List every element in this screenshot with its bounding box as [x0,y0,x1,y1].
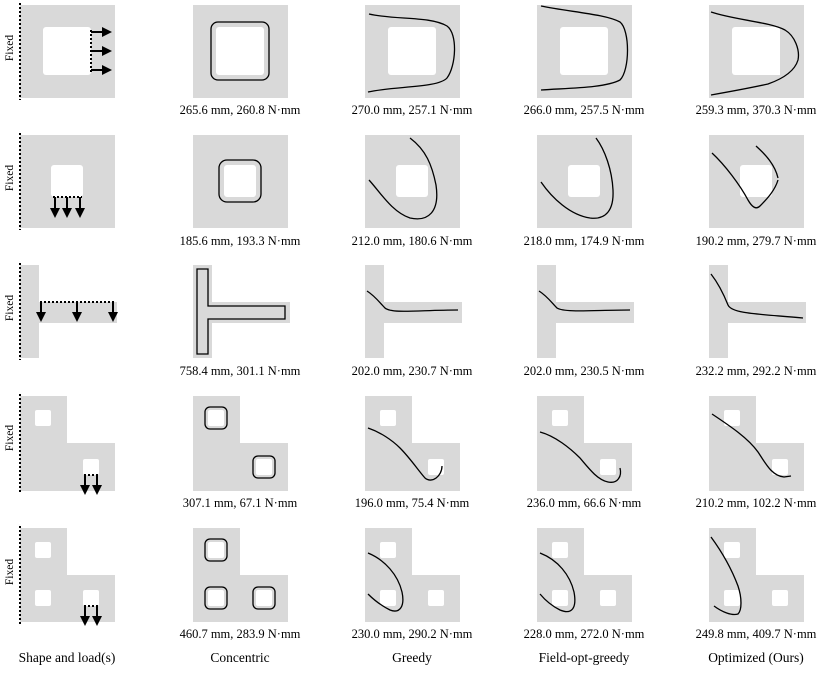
r3-greedy [365,265,462,358]
caption: 202.0 mm, 230.7 N·mm [351,364,473,378]
caption: 228.0 mm, 272.0 N·mm [523,627,645,641]
r3-field-opt-greedy [537,265,634,358]
figure-canvas [19,3,806,626]
r3-shape-load [19,263,118,360]
row-3 [19,263,806,360]
r4-optimized [709,396,804,491]
r4-field-opt-greedy [537,396,632,491]
fixed-label: Fixed [4,294,16,322]
r4-concentric [193,396,288,491]
r2-concentric [193,135,288,228]
caption: 212.0 mm, 180.6 N·mm [351,234,473,248]
column-header-field-opt-greedy: Field-opt-greedy [538,650,630,665]
caption: 758.4 mm, 301.1 N·mm [179,364,301,378]
caption: 265.6 mm, 260.8 N·mm [179,103,301,117]
caption: 259.3 mm, 370.3 N·mm [695,103,817,117]
caption: 196.0 mm, 75.4 N·mm [354,496,470,510]
row-2 [19,133,804,230]
column-header-concentric: Concentric [210,650,270,665]
r1-greedy [365,5,460,98]
fixed-label: Fixed [4,34,16,62]
caption: 232.2 mm, 292.2 N·mm [695,364,817,378]
r2-field-opt-greedy [537,135,632,228]
r3-concentric [193,265,290,358]
row-4 [19,394,804,495]
fixed-label: Fixed [4,558,16,586]
caption: 307.1 mm, 67.1 N·mm [182,496,298,510]
r3-optimized [709,265,806,358]
column-header-optimized: Optimized (Ours) [708,650,804,665]
caption: 218.0 mm, 174.9 N·mm [523,234,645,248]
r4-shape-load [19,394,115,495]
r5-optimized [709,528,804,622]
caption: 202.0 mm, 230.5 N·mm [523,364,645,378]
caption: 210.2 mm, 102.2 N·mm [695,496,817,510]
caption: 460.7 mm, 283.9 N·mm [179,627,301,641]
r2-greedy [365,135,460,228]
column-header-greedy: Greedy [392,650,432,665]
r2-optimized [709,135,804,228]
caption: 230.0 mm, 290.2 N·mm [351,627,473,641]
caption: 266.0 mm, 257.5 N·mm [523,103,645,117]
row-5 [19,526,804,626]
row-1 [19,3,804,100]
r5-greedy [365,528,460,622]
caption: 185.6 mm, 193.3 N·mm [179,234,301,248]
r1-optimized [709,5,804,98]
fixed-label: Fixed [4,424,16,452]
r4-greedy [365,396,460,491]
r1-concentric [193,5,288,98]
r5-shape-load [19,526,115,626]
caption: 270.0 mm, 257.1 N·mm [351,103,473,117]
r5-concentric [193,528,288,622]
r2-shape-load [19,133,115,230]
caption: 236.0 mm, 66.6 N·mm [526,496,642,510]
r1-shape-load [19,3,115,100]
caption: 190.2 mm, 279.7 N·mm [695,234,817,248]
fixed-label: Fixed [4,164,16,192]
r1-field-opt-greedy [537,5,632,98]
column-header-shape-load: Shape and load(s) [18,650,116,665]
caption: 249.8 mm, 409.7 N·mm [695,627,817,641]
r5-field-opt-greedy [537,528,632,622]
